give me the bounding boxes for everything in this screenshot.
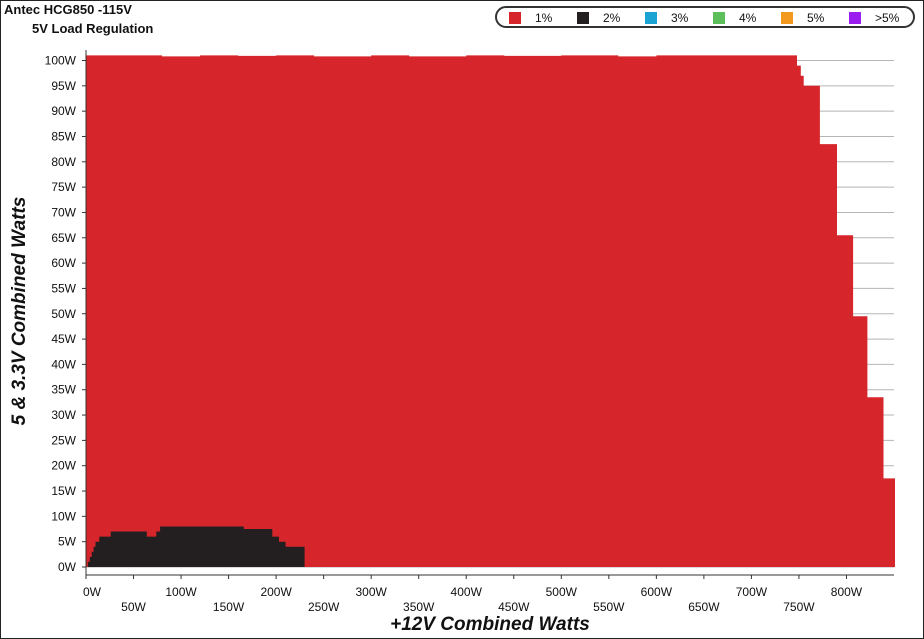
y-tick-label-16: 80W (51, 155, 76, 169)
y-tick-label-12: 60W (51, 256, 76, 270)
y-tick-label-1: 5W (58, 535, 77, 549)
x-tick-label-5: 250W (308, 600, 340, 614)
y-tick-label-10: 50W (51, 307, 76, 321)
y-tick-label-9: 45W (51, 332, 76, 346)
x-tick-label-11: 550W (593, 600, 625, 614)
y-tick-label-5: 25W (51, 433, 76, 447)
x-tick-label-15: 750W (783, 600, 815, 614)
x-tick-label-10: 500W (546, 585, 578, 599)
y-tick-label-7: 35W (51, 383, 76, 397)
x-tick-label-2: 100W (165, 585, 197, 599)
x-tick-label-3: 150W (213, 600, 245, 614)
y-tick-label-8: 40W (51, 357, 76, 371)
x-tick-label-1: 50W (121, 600, 146, 614)
y-tick-label-20: 100W (45, 54, 77, 68)
y-tick-label-19: 95W (51, 79, 76, 93)
series-area-1pct (86, 55, 895, 568)
x-tick-label-4: 200W (260, 585, 292, 599)
y-tick-label-17: 85W (51, 129, 76, 143)
y-tick-label-14: 70W (51, 205, 76, 219)
plot-area: 0W 5W 10W 15W 20W 25W 30W 35W 40W 45W 50W 55W 60W 65W… (45, 50, 895, 614)
y-tick-label-11: 55W (51, 281, 76, 295)
x-tick-label-7: 350W (403, 600, 435, 614)
y-tick-label-3: 15W (51, 484, 76, 498)
x-tick-label-16: 800W (831, 585, 863, 599)
x-tick-label-0: 0W (83, 585, 102, 599)
y-tick-label-6: 30W (51, 408, 76, 422)
y-tick-label-15: 75W (51, 180, 76, 194)
x-tick-label-9: 450W (498, 600, 530, 614)
x-tick-label-14: 700W (736, 585, 768, 599)
series-area-2pct (86, 526, 305, 567)
x-tick-label-12: 600W (641, 585, 673, 599)
x-tick-label-13: 650W (688, 600, 720, 614)
y-tick-label-4: 20W (51, 459, 76, 473)
y-tick-label-13: 65W (51, 231, 76, 245)
y-tick-label-2: 10W (51, 509, 76, 523)
y-tick-label-18: 90W (51, 104, 76, 118)
y-tick-label-0: 0W (58, 560, 77, 574)
x-tick-label-8: 400W (451, 585, 483, 599)
x-tick-label-6: 300W (355, 585, 387, 599)
